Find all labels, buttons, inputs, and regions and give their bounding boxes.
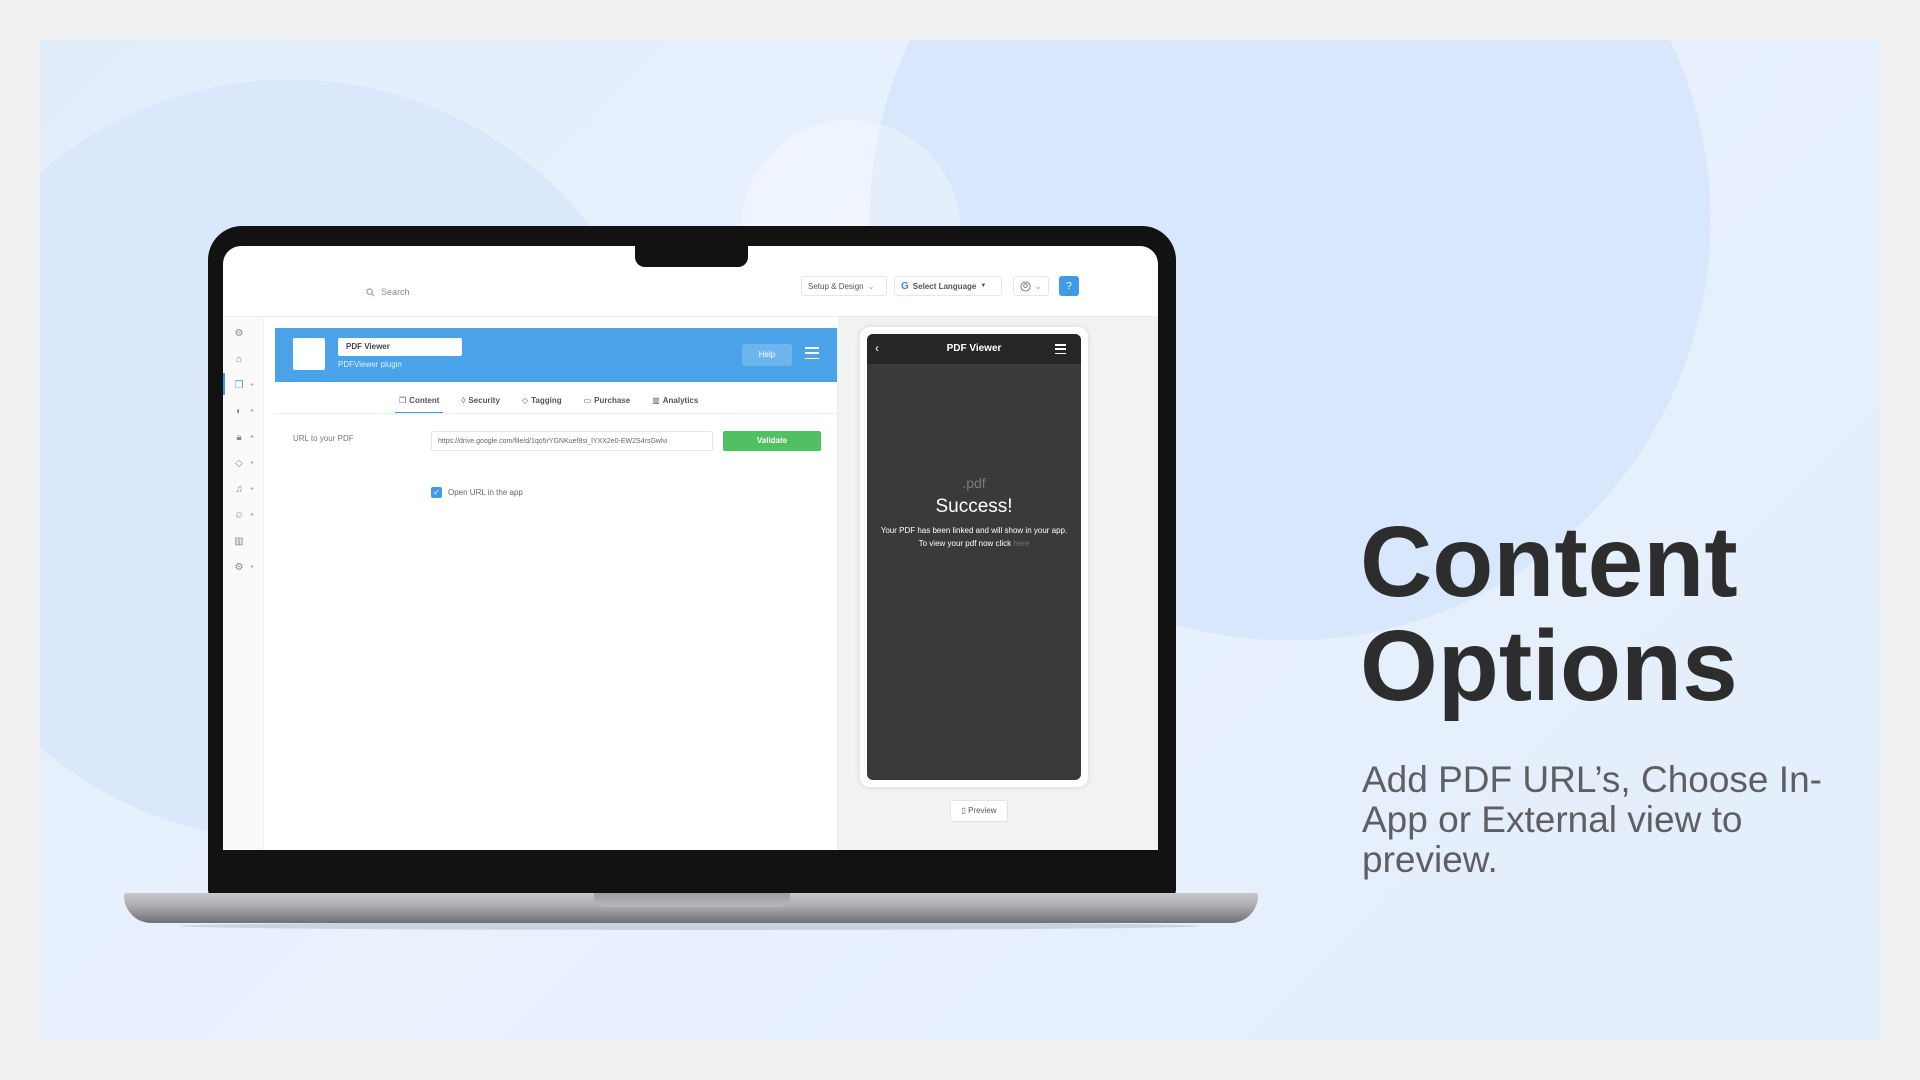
preview-button[interactable]: ▯ Preview (950, 800, 1008, 822)
google-g-icon: G (901, 280, 909, 292)
plugin-header: PDF Viewer PDFViewer plugin Help (275, 328, 837, 382)
preview-label: Preview (968, 806, 997, 815)
subline: Add PDF URL’s, Choose In-App or External… (1362, 759, 1822, 880)
tab-label: Purchase (594, 395, 631, 405)
left-sidebar: ⚙ ⌂ ❐ ▸ ◐ ▸ 🔒︎ ▸ ◇ ▸ ♫ ▸ ☺ ▸ ▥ ⚙ ▸ (223, 317, 264, 850)
success-message-line-1: Your PDF has been linked and will show i… (880, 526, 1068, 535)
search-box[interactable]: Search (366, 287, 410, 297)
plugin-name-field[interactable]: PDF Viewer (338, 338, 462, 356)
card-icon: ▭ (583, 395, 592, 405)
tab-label: Tagging (531, 395, 562, 405)
tag-icon: ◇ (235, 457, 243, 469)
sidebar-item-home[interactable]: ⌂ (231, 351, 247, 367)
tab-content[interactable]: ❐ Content (395, 388, 444, 414)
palette-icon: ◐ (235, 405, 243, 417)
tab-label: Analytics (662, 395, 699, 405)
sidebar-caret-icon: ▸ (251, 564, 255, 570)
pdf-mark: .pdf (962, 475, 986, 491)
plugin-panel: PDF Viewer PDFViewer plugin Help ❐ Conte… (275, 328, 838, 850)
sidebar-caret-icon: ▸ (251, 382, 255, 388)
pdf-url-input[interactable]: https://drive.google.com/file/d/1qo5rYGN… (431, 431, 713, 451)
hamburger-menu-icon[interactable] (1055, 344, 1066, 354)
user-icon: ☺ (233, 509, 245, 521)
sidebar-active-indicator (223, 373, 225, 395)
plugin-subtitle: PDFViewer plugin (338, 360, 402, 369)
setup-design-label: Setup & Design (808, 281, 864, 291)
bar-chart-icon: ▥ (652, 395, 660, 405)
sidebar-item-analytics[interactable]: ▥ (231, 533, 247, 549)
check-icon: ✓ (433, 488, 440, 497)
sidebar-caret-icon: ▸ (251, 486, 255, 492)
tab-label: Security (468, 395, 500, 405)
laptop-groove (594, 893, 790, 907)
hamburger-menu-icon[interactable] (805, 347, 819, 359)
here-link[interactable]: here (1013, 539, 1029, 548)
select-language-dropdown[interactable]: G Select Language ▼ (894, 276, 1002, 296)
phone-title: PDF Viewer (946, 343, 1002, 354)
tab-security[interactable]: ◊ Security (457, 388, 504, 412)
open-in-app-label: Open URL in the app (448, 488, 523, 497)
message-text: To view your pdf now click (918, 539, 1012, 548)
open-in-app-checkbox[interactable]: ✓ (431, 487, 442, 498)
sidebar-item-tags[interactable]: ◇ (231, 455, 247, 471)
tag-icon: ◇ (521, 395, 529, 405)
headline-line-2: Options (1360, 610, 1738, 722)
laptop-shadow (180, 922, 1200, 930)
circle-gear-icon: ⚙ (234, 327, 244, 339)
phone-icon: ▯ (961, 806, 966, 815)
user-circle-icon (1020, 280, 1031, 292)
sidebar-caret-icon: ▸ (251, 460, 255, 466)
lock-icon: 🔒︎ (236, 431, 242, 443)
help-button[interactable]: Help (742, 344, 792, 366)
tabs-divider (275, 413, 837, 414)
headline-line-1: Content (1360, 506, 1738, 618)
phone-nav-bar: ‹ PDF Viewer (867, 334, 1081, 364)
search-icon (366, 287, 375, 296)
select-language-label: Select Language (912, 281, 977, 291)
account-menu[interactable]: ⌄ (1013, 276, 1049, 296)
home-icon: ⌂ (235, 353, 243, 365)
chevron-down-icon: ⌄ (1035, 281, 1042, 291)
sidebar-caret-icon: ▸ (251, 434, 255, 440)
search-placeholder: Search (381, 287, 410, 297)
caret-down-icon: ▼ (980, 283, 987, 289)
sidebar-item-settings[interactable]: ⚙ (231, 559, 247, 575)
headline: Content Options (1360, 510, 1738, 718)
tab-tagging[interactable]: ◇ Tagging (518, 388, 566, 412)
bell-icon: ♫ (235, 483, 243, 495)
laptop-screen: Search Setup & Design ⌄ G Select Languag… (223, 246, 1158, 850)
validate-button[interactable]: Validate (723, 431, 821, 451)
phone-frame: ‹ PDF Viewer .pdf Success! Your PDF has … (860, 327, 1088, 787)
sidebar-item-users[interactable]: ☺ (231, 507, 247, 523)
tab-purchase[interactable]: ▭ Purchase (580, 388, 635, 412)
url-label: URL to your PDF (293, 434, 354, 443)
sidebar-caret-icon: ▸ (251, 512, 255, 518)
chevron-down-icon: ⌄ (867, 281, 875, 291)
sidebar-item-security[interactable]: 🔒︎ (231, 429, 247, 445)
sidebar-item-design[interactable]: ◐ (231, 403, 247, 419)
shield-icon: ◊ (461, 395, 466, 405)
camera-notch (635, 245, 748, 267)
tab-label: Content (409, 395, 440, 405)
sidebar-item-dashboard[interactable]: ⚙ (231, 325, 247, 341)
bar-chart-icon: ▥ (234, 535, 244, 547)
phone-screen: ‹ PDF Viewer .pdf Success! Your PDF has … (867, 334, 1081, 780)
sidebar-caret-icon: ▸ (251, 408, 255, 414)
file-icon: ❐ (399, 395, 407, 405)
question-icon: ? (1066, 280, 1072, 292)
sidebar-item-notifications[interactable]: ♫ (231, 481, 247, 497)
plugin-tabs: ❐ Content ◊ Security ◇ Tagging ▭ Purchas… (395, 388, 702, 414)
success-heading: Success! (935, 496, 1013, 517)
success-message-line-2: To view your pdf now click here (867, 539, 1081, 548)
tab-analytics[interactable]: ▥ Analytics (648, 388, 702, 412)
sidebar-item-pages[interactable]: ❐ (231, 377, 247, 393)
help-icon-button[interactable]: ? (1059, 276, 1079, 296)
pages-icon: ❐ (234, 379, 244, 391)
preview-area: ‹ PDF Viewer .pdf Success! Your PDF has … (838, 317, 1158, 850)
setup-design-dropdown[interactable]: Setup & Design ⌄ (801, 276, 887, 296)
gear-icon: ⚙ (234, 561, 244, 573)
plugin-thumbnail[interactable] (293, 338, 325, 370)
